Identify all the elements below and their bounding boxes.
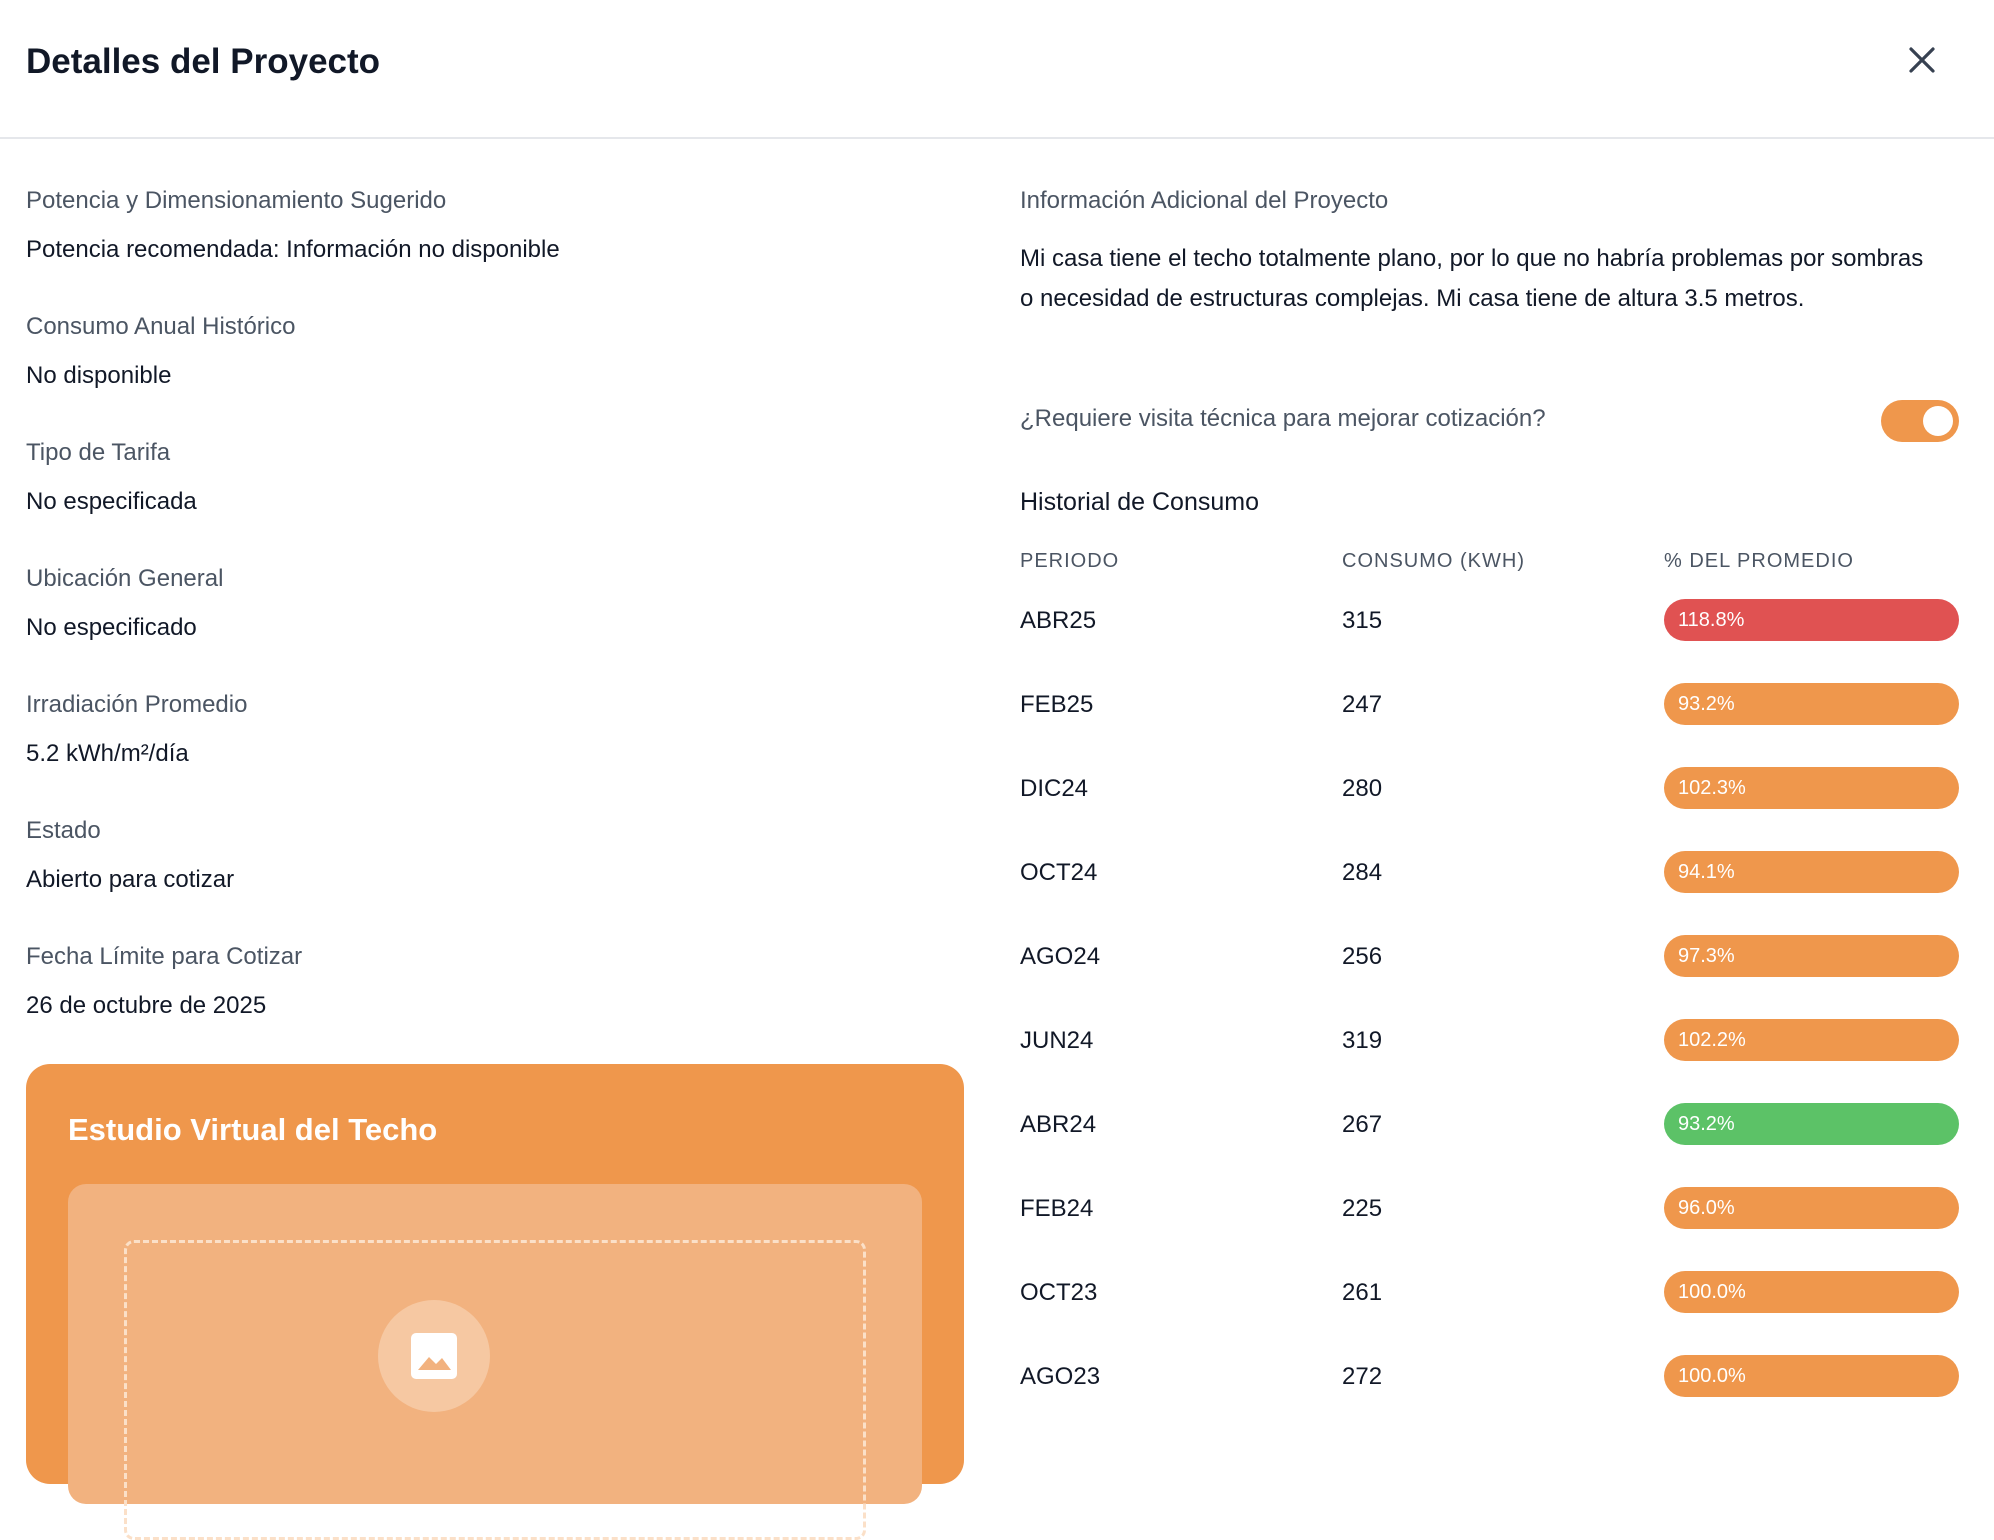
image-icon [411, 1333, 457, 1379]
table-row: ABR24 267 93.2% [1020, 1093, 1960, 1177]
table-row: JUN24 319 102.2% [1020, 1009, 1960, 1093]
additional-info-text: Mi casa tiene el techo totalmente plano,… [1020, 245, 1924, 312]
consumption-cell: 284 [1342, 859, 1383, 886]
table-row: AGO24 256 97.3% [1020, 925, 1960, 1009]
period-cell: OCT24 [1020, 859, 1098, 886]
field-value: Potencia recomendada: Información no dis… [26, 236, 560, 263]
technical-visit-row: ¿Requiere visita técnica para mejorar co… [1020, 400, 1960, 442]
field-label: Ubicación General [26, 565, 224, 592]
period-cell: JUN24 [1020, 1027, 1094, 1054]
percent-badge: 100.0% [1664, 1355, 1959, 1397]
consumption-cell: 261 [1342, 1279, 1383, 1306]
field-label: Consumo Anual Histórico [26, 313, 296, 340]
field-tariff: Tipo de Tarifa No especificada [26, 437, 966, 563]
percent-badge: 93.2% [1664, 683, 1959, 725]
table-row: DIC24 280 102.3% [1020, 757, 1960, 841]
column-header-consumption: CONSUMO (KWH) [1342, 550, 1525, 572]
technical-visit-toggle[interactable] [1881, 400, 1959, 442]
modal-title: Detalles del Proyecto [26, 42, 381, 81]
close-icon [1909, 47, 1935, 73]
consumption-history-title: Historial de Consumo [1020, 488, 1259, 516]
technical-visit-label: ¿Requiere visita técnica para mejorar co… [1020, 405, 1546, 432]
table-row: FEB24 225 96.0% [1020, 1177, 1960, 1261]
field-label: Estado [26, 817, 101, 844]
consumption-cell: 256 [1342, 943, 1383, 970]
period-cell: OCT23 [1020, 1279, 1098, 1306]
field-label: Tipo de Tarifa [26, 439, 171, 466]
field-power: Potencia y Dimensionamiento Sugerido Pot… [26, 185, 966, 311]
additional-info-label: Información Adicional del Proyecto [1020, 187, 1389, 214]
project-info: Información Adicional del Proyecto Mi ca… [1020, 185, 1960, 1397]
table-header: PERIODO CONSUMO (KWH) % DEL PROMEDIO [1020, 550, 1960, 580]
field-value: No especificada [26, 488, 197, 515]
percent-badge: 102.3% [1664, 767, 1959, 809]
period-cell: FEB25 [1020, 691, 1094, 718]
field-value: 5.2 kWh/m²/día [26, 740, 189, 767]
period-cell: AGO23 [1020, 1363, 1101, 1390]
field-annual-consumption: Consumo Anual Histórico No disponible [26, 311, 966, 437]
close-button[interactable] [1902, 40, 1942, 80]
percent-badge: 93.2% [1664, 1103, 1959, 1145]
field-deadline: Fecha Límite para Cotizar 26 de octubre … [26, 941, 966, 1067]
column-header-percent: % DEL PROMEDIO [1664, 550, 1854, 572]
table-row: OCT23 261 100.0% [1020, 1261, 1960, 1345]
period-cell: DIC24 [1020, 775, 1089, 802]
field-label: Fecha Límite para Cotizar [26, 943, 303, 970]
consumption-cell: 225 [1342, 1195, 1383, 1222]
toggle-knob [1923, 406, 1953, 436]
consumption-cell: 319 [1342, 1027, 1383, 1054]
field-status: Estado Abierto para cotizar [26, 815, 966, 941]
period-cell: ABR25 [1020, 607, 1097, 634]
field-value: Abierto para cotizar [26, 866, 235, 893]
period-cell: AGO24 [1020, 943, 1101, 970]
percent-badge: 96.0% [1664, 1187, 1959, 1229]
table-row: OCT24 284 94.1% [1020, 841, 1960, 925]
period-cell: FEB24 [1020, 1195, 1094, 1222]
field-value: No especificado [26, 614, 197, 641]
field-value: No disponible [26, 362, 172, 389]
table-row: FEB25 247 93.2% [1020, 673, 1960, 757]
percent-badge: 118.8% [1664, 599, 1959, 641]
image-placeholder [378, 1300, 490, 1412]
modal-header: Detalles del Proyecto [0, 0, 1994, 139]
consumption-cell: 280 [1342, 775, 1383, 802]
period-cell: ABR24 [1020, 1111, 1097, 1138]
percent-badge: 102.2% [1664, 1019, 1959, 1061]
percent-badge: 94.1% [1664, 851, 1959, 893]
image-dropzone[interactable] [124, 1240, 866, 1540]
consumption-cell: 272 [1342, 1363, 1383, 1390]
roof-image-area[interactable] [68, 1184, 922, 1540]
table-row: AGO23 272 100.0% [1020, 1345, 1960, 1429]
consumption-cell: 315 [1342, 607, 1383, 634]
table-row: ABR25 315 118.8% [1020, 589, 1960, 673]
roof-study-title: Estudio Virtual del Techo [68, 1112, 438, 1147]
consumption-cell: 247 [1342, 691, 1383, 718]
field-label: Potencia y Dimensionamiento Sugerido [26, 187, 447, 214]
consumption-table-body: ABR25 315 118.8% FEB25 247 93.2% DIC24 280 102.3… [1020, 589, 1960, 1429]
percent-badge: 97.3% [1664, 935, 1959, 977]
consumption-cell: 267 [1342, 1111, 1383, 1138]
percent-badge: 100.0% [1664, 1271, 1959, 1313]
project-fields: Potencia y Dimensionamiento Sugerido Pot… [26, 185, 966, 1067]
roof-study-card: Estudio Virtual del Techo [26, 1064, 964, 1540]
field-location: Ubicación General No especificado [26, 563, 966, 689]
field-irradiation: Irradiación Promedio 5.2 kWh/m²/día [26, 689, 966, 815]
field-label: Irradiación Promedio [26, 691, 248, 718]
field-value: 26 de octubre de 2025 [26, 992, 267, 1019]
column-header-period: PERIODO [1020, 550, 1120, 572]
